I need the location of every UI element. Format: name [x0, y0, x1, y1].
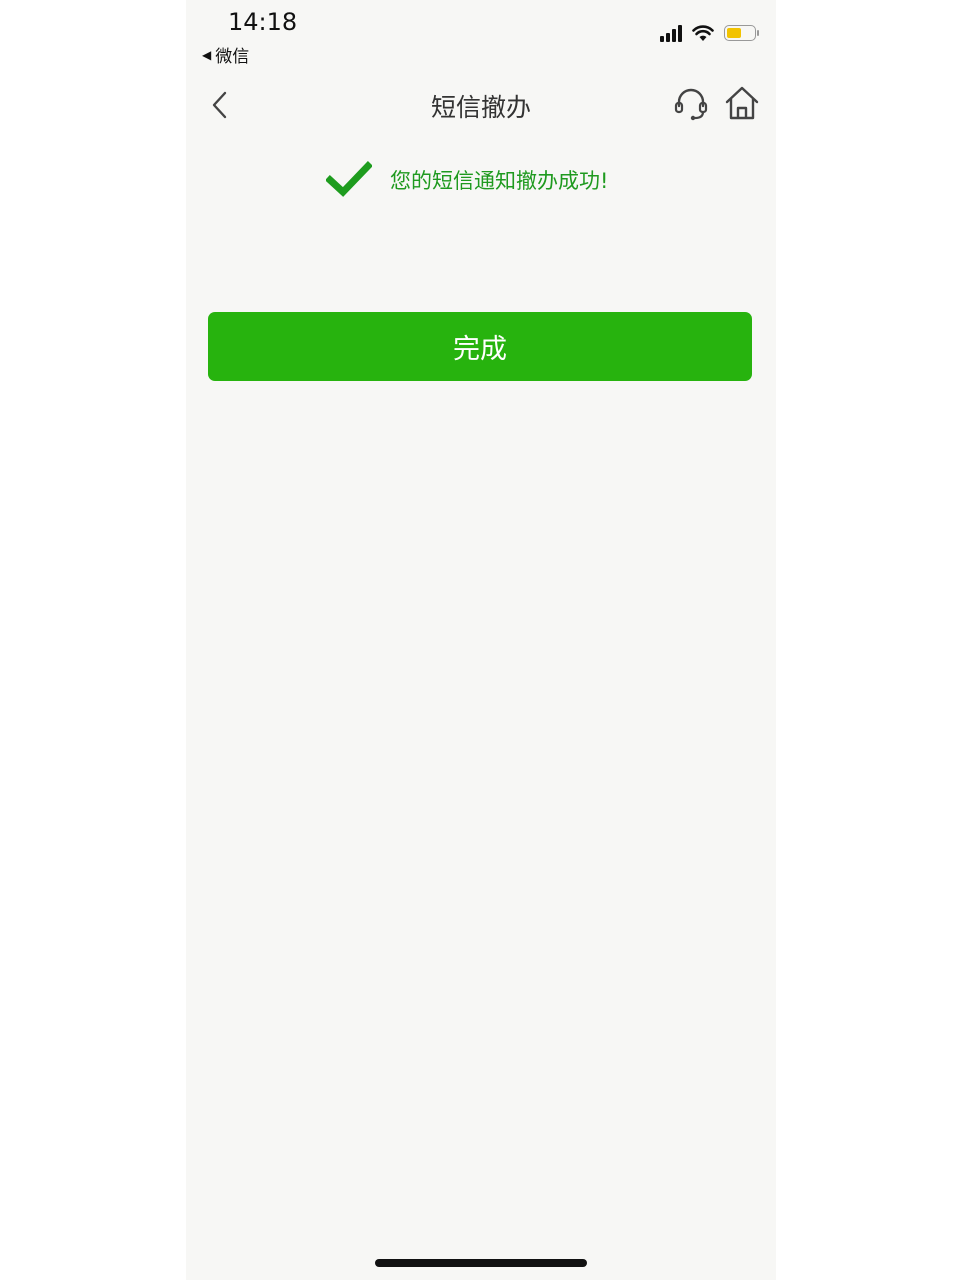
success-text: 您的短信通知撤办成功! — [390, 169, 609, 193]
status-time: 14:18 — [228, 8, 298, 36]
battery-level — [727, 28, 742, 38]
headset-icon[interactable] — [673, 86, 709, 122]
home-icon[interactable] — [724, 84, 760, 122]
back-to-app-label: 微信 — [215, 47, 250, 67]
back-triangle-icon: ◀ — [202, 47, 212, 62]
back-to-app-link[interactable]: ◀ 微信 — [202, 42, 249, 67]
checkmark-icon — [326, 161, 372, 197]
cellular-signal-icon — [660, 24, 682, 42]
done-button[interactable]: 完成 — [208, 312, 752, 381]
wifi-icon — [692, 25, 714, 41]
status-indicators — [660, 24, 759, 42]
success-message: 您的短信通知撤办成功! — [326, 160, 608, 200]
navigation-bar: 短信撤办 — [186, 78, 776, 132]
home-indicator[interactable] — [375, 1259, 587, 1267]
battery-icon — [724, 25, 759, 41]
phone-screen: 14:18 ◀ 微信 短信撤办 您的短信通知撤办成功! 完成 — [186, 0, 776, 1280]
